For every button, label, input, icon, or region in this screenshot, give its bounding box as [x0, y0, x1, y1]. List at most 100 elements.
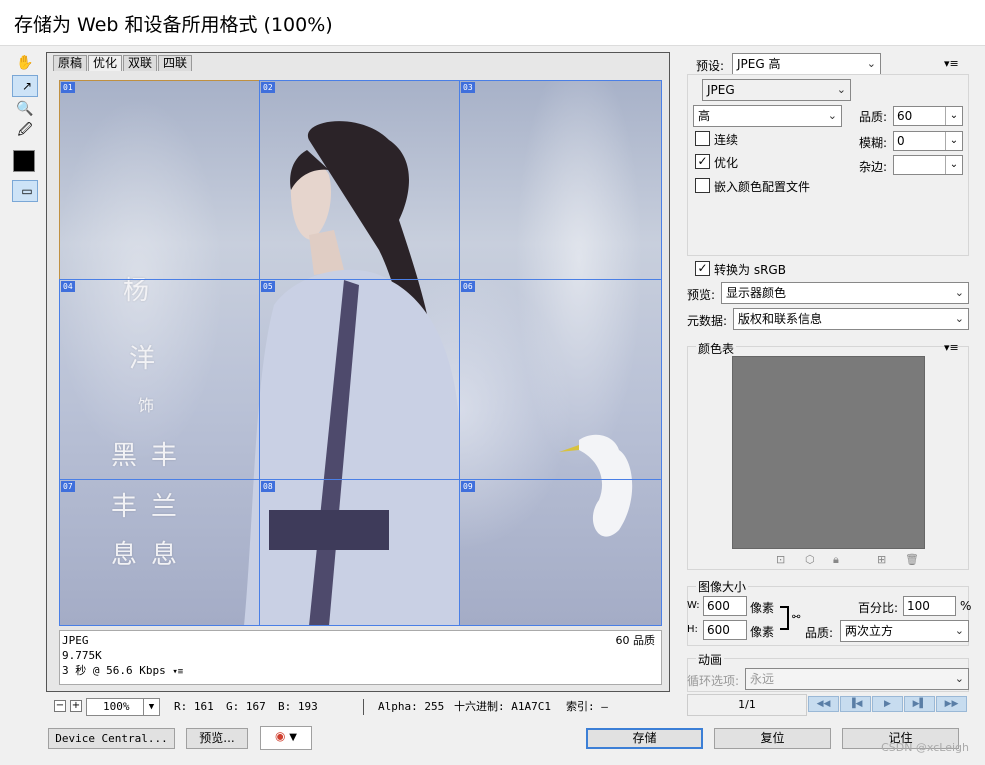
slice-label: 06 [461, 281, 475, 292]
progressive-label: 连续 [714, 133, 739, 147]
srgb-checkbox[interactable]: ✓ [695, 261, 710, 276]
width-input[interactable]: 600 [703, 596, 747, 616]
slice-label: 04 [61, 281, 75, 292]
zoom-select[interactable]: 100% ▼ [86, 698, 160, 716]
slice[interactable]: 03 [459, 80, 662, 280]
zoom-out-button[interactable]: − [54, 700, 66, 712]
slice-select-icon[interactable]: ↗ [12, 75, 38, 97]
blur-input[interactable]: 0 ⌄ [893, 131, 963, 151]
color-table[interactable] [732, 356, 925, 549]
tab-original[interactable]: 原稿 [53, 55, 88, 71]
animation-title: 动画 [696, 651, 725, 668]
slice[interactable]: 07 [59, 479, 260, 626]
quality-level-select[interactable]: 高 ⌄ [693, 105, 842, 127]
height-label: H: [687, 624, 698, 635]
play-icon[interactable]: ▶ [872, 696, 903, 712]
loop-label: 循环选项: [687, 674, 740, 688]
slice-label: 08 [261, 481, 275, 492]
slice-label: 02 [261, 82, 275, 93]
preset-select[interactable]: JPEG 高 ⌄ [732, 53, 881, 75]
metadata-select[interactable]: 版权和联系信息 ⌄ [733, 308, 969, 330]
check-icon: ✓ [697, 154, 708, 168]
info-format: JPEG [62, 634, 89, 647]
slice[interactable]: 08 [259, 479, 460, 626]
next-frame-icon[interactable]: ▶▌ [904, 696, 935, 712]
slice[interactable]: 01 [59, 80, 260, 280]
format-select[interactable]: JPEG ⌄ [702, 79, 851, 101]
chevron-down-icon: ⌄ [945, 132, 962, 150]
new-color-icon[interactable]: ⊞ [877, 553, 886, 566]
slice-label: 07 [61, 481, 75, 492]
device-central-button[interactable]: Device Central... [48, 728, 175, 749]
tab-4up[interactable]: 四联 [158, 55, 193, 71]
embed-profile-label: 嵌入颜色配置文件 [714, 180, 811, 194]
height-input[interactable]: 600 [703, 620, 747, 640]
progressive-checkbox[interactable]: ✓ [695, 131, 710, 146]
slice-label: 09 [461, 481, 475, 492]
embed-profile-checkbox[interactable]: ✓ [695, 178, 710, 193]
browser-icon: ◉ [274, 729, 286, 743]
status-hex: 十六进制: A1A7C1 [454, 700, 551, 713]
trash-icon[interactable]: 🗑︎ [905, 553, 919, 566]
metadata-label: 元数据: [687, 314, 728, 328]
menu-icon[interactable]: ▾≡ [172, 667, 183, 677]
tab-optimized[interactable]: 优化 [88, 55, 123, 71]
first-frame-icon[interactable]: ◀◀ [808, 696, 839, 712]
zoom-in-button[interactable]: + [70, 700, 82, 712]
slice[interactable]: 09 [459, 479, 662, 626]
slice-label: 03 [461, 82, 475, 93]
preview-select[interactable]: 显示器颜色 ⌄ [721, 282, 969, 304]
image-canvas[interactable]: 杨 洋 饰 黑 丰 丰 兰 息 息 01 02 03 04 05 06 07 0… [59, 80, 662, 626]
status-r: R: 161 [174, 700, 214, 713]
optimized-checkbox[interactable]: ✓ [695, 154, 710, 169]
panel-menu-icon[interactable]: ▾≡ [944, 57, 959, 70]
info-size: 9.775K [62, 649, 102, 662]
slice-label: 05 [261, 281, 275, 292]
lock-icon[interactable]: 🔒︎ [833, 553, 839, 567]
last-frame-icon[interactable]: ▶▶ [936, 696, 967, 712]
hand-icon[interactable]: ✋ [12, 52, 38, 74]
browser-select[interactable]: ◉ ▼ [260, 726, 312, 750]
percent-input[interactable]: 100 [903, 596, 956, 616]
prev-frame-icon[interactable]: ▐◀ [840, 696, 871, 712]
status-alpha: Alpha: 255 [378, 700, 445, 713]
chevron-down-icon: ⌄ [954, 286, 964, 299]
srgb-label: 转换为 sRGB [714, 263, 786, 277]
slice[interactable]: 04 [59, 279, 260, 480]
zoom-icon[interactable]: 🔍 [12, 98, 38, 120]
chevron-down-icon: ⌄ [836, 83, 846, 96]
save-button[interactable]: 存储 [586, 728, 703, 749]
color-table-title: 颜色表 [696, 340, 737, 357]
link-icon[interactable]: ⚯ [792, 612, 800, 623]
status-index: 索引: — [566, 700, 608, 713]
chevron-down-icon: ⌄ [827, 109, 837, 122]
quality-input[interactable]: 60 ⌄ [893, 106, 963, 126]
slice[interactable]: 02 [259, 80, 460, 280]
loop-select[interactable]: 永远 ⌄ [745, 668, 969, 690]
window-title: 存储为 Web 和设备所用格式 (100%) [14, 14, 333, 36]
color-table-menu-icon[interactable]: ▾≡ [944, 341, 959, 354]
eyedropper-icon[interactable]: 🖉 [12, 120, 38, 142]
slice[interactable]: 05 [259, 279, 460, 480]
slice[interactable]: 06 [459, 279, 662, 480]
preview-icon[interactable]: ▭ [12, 180, 38, 202]
chevron-down-icon: ▼ [143, 699, 159, 715]
matte-select[interactable]: ⌄ [893, 155, 963, 175]
info-quality: 60 品质 [615, 634, 656, 647]
map-color-icon[interactable]: ⊡ [776, 553, 785, 566]
tab-2up[interactable]: 双联 [123, 55, 158, 71]
chevron-down-icon: ⌄ [954, 312, 964, 325]
slice-label: 01 [61, 82, 75, 93]
info-download-time: 3 秒 @ 56.6 Kbps ▾≡ [62, 664, 184, 677]
constrain-bracket [780, 606, 789, 630]
chevron-down-icon: ⌄ [866, 57, 876, 70]
resample-select[interactable]: 两次立方 ⌄ [840, 620, 969, 642]
web-shift-icon[interactable]: ⬡ [805, 553, 815, 566]
reset-button[interactable]: 复位 [714, 728, 831, 749]
preview-button[interactable]: 预览... [186, 728, 248, 749]
status-b: B: 193 [278, 700, 318, 713]
blur-label: 模糊: [859, 136, 888, 150]
width-label: W: [687, 600, 700, 611]
view-tabs: 原稿 优化 双联 四联 [53, 55, 193, 71]
color-swatch[interactable] [13, 150, 35, 172]
